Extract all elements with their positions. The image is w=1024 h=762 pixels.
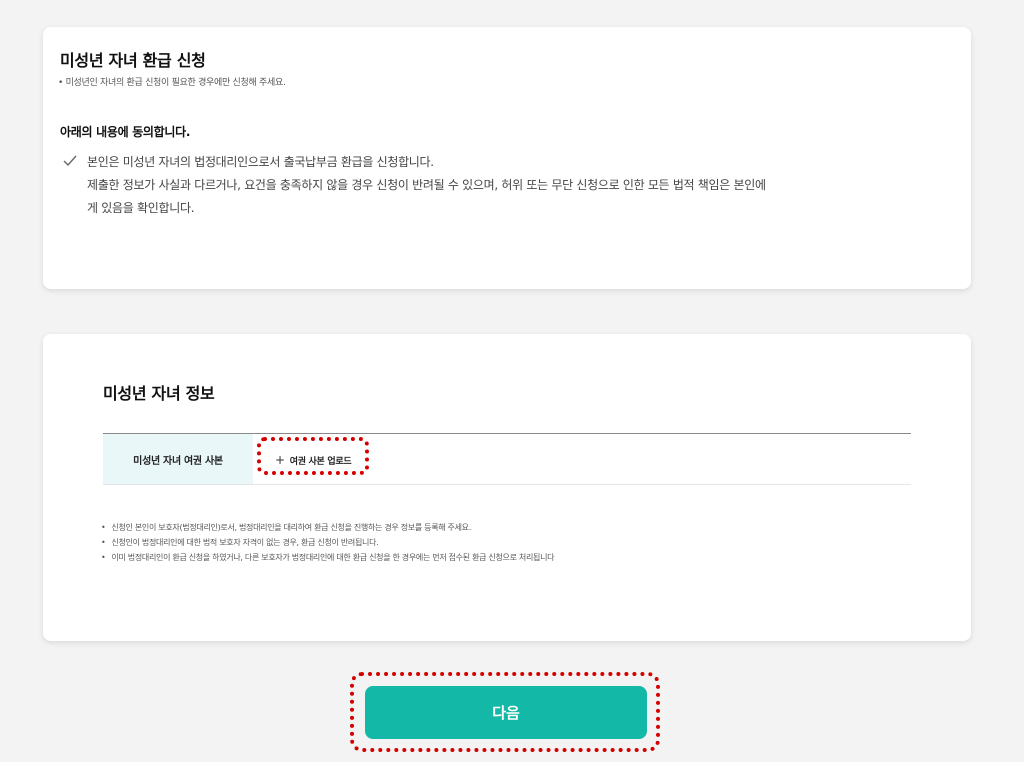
agreement-heading: 아래의 내용에 동의합니다.	[60, 125, 191, 139]
list-item: 신청인 본인이 보호자(법정대리인)로서, 법정대리인을 대리하여 환급 신청을…	[101, 520, 921, 535]
passport-copy-cell: + 여권 사본 업로드	[253, 434, 911, 484]
refund-title: 미성년 자녀 환급 신청	[60, 51, 206, 70]
upload-passport-label: 여권 사본 업로드	[289, 456, 352, 467]
list-item: 신청인이 법정대리인에 대한 법적 보호자 자격이 없는 경우, 환급 신청이 …	[101, 535, 921, 550]
refund-subnote: • 미성년인 자녀의 환급 신청이 필요한 경우에만 신청해 주세요.	[58, 78, 286, 88]
agreement-line: 게 있음을 확인합니다.	[87, 201, 195, 215]
minor-info-title: 미성년 자녀 정보	[103, 384, 215, 403]
minor-info-card: 미성년 자녀 정보 미성년 자녀 여권 사본 + 여권 사본 업로드 신청인 본…	[43, 334, 971, 641]
passport-copy-row: 미성년 자녀 여권 사본 + 여권 사본 업로드	[103, 433, 911, 485]
next-button[interactable]: 다음	[365, 686, 647, 739]
agreement-line: 제출한 정보가 사실과 다르거나, 요건을 충족하지 않을 경우 신청이 반려될…	[87, 178, 766, 192]
list-item: 이미 법정대리인이 환급 신청을 하였거나, 다른 보호자가 법정대리인에 대한…	[101, 550, 921, 565]
agreement-text: 본인은 미성년 자녀의 법정대리인으로서 출국납부금 환급을 신청합니다. 제출…	[87, 151, 887, 220]
upload-passport-button[interactable]: + 여권 사본 업로드	[267, 446, 359, 474]
plus-icon: +	[275, 453, 285, 467]
guidance-notes: 신청인 본인이 보호자(법정대리인)로서, 법정대리인을 대리하여 환급 신청을…	[101, 520, 921, 565]
agreement-line: 본인은 미성년 자녀의 법정대리인으로서 출국납부금 환급을 신청합니다.	[87, 155, 434, 169]
passport-copy-header: 미성년 자녀 여권 사본	[103, 434, 253, 484]
check-icon[interactable]	[63, 155, 77, 167]
